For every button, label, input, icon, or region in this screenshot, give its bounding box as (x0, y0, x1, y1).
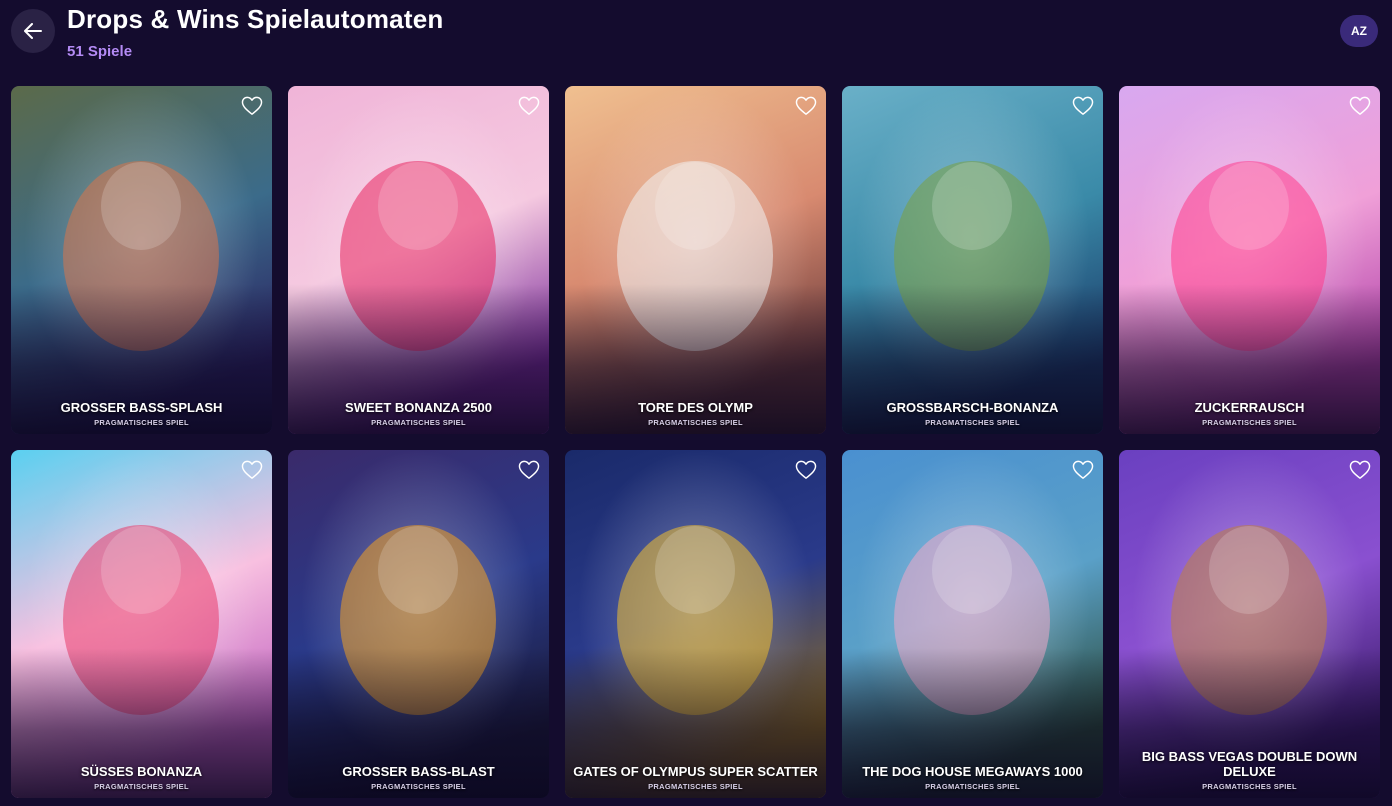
game-title: GROSSER BASS-SPLASH (60, 400, 223, 415)
game-title: TORE DES OLYMP (638, 400, 753, 415)
heart-outline-icon (1072, 460, 1094, 479)
favorite-button[interactable] (794, 458, 818, 482)
game-meta: GATES OF OLYMPUS SUPER SCATTER PRAGMATISC… (571, 764, 820, 791)
favorite-button[interactable] (1071, 458, 1095, 482)
back-button[interactable] (11, 9, 55, 53)
favorite-button[interactable] (1348, 458, 1372, 482)
game-meta: ZUCKERRAUSCH PRAGMATISCHES SPIEL (1125, 400, 1374, 427)
game-card[interactable]: SWEET BONANZA 2500 PRAGMATISCHES SPIEL (288, 86, 549, 434)
game-card[interactable]: GATES OF OLYMPUS SUPER SCATTER PRAGMATISC… (565, 450, 826, 798)
heart-outline-icon (518, 96, 540, 115)
game-meta: TORE DES OLYMP PRAGMATISCHES SPIEL (571, 400, 820, 427)
game-card[interactable]: GROSSER BASS-SPLASH PRAGMATISCHES SPIEL (11, 86, 272, 434)
game-provider: PRAGMATISCHES SPIEL (648, 782, 743, 791)
game-provider: PRAGMATISCHES SPIEL (94, 782, 189, 791)
game-card[interactable]: GROSSER BASS-BLAST PRAGMATISCHES SPIEL (288, 450, 549, 798)
game-title: GATES OF OLYMPUS SUPER SCATTER (573, 764, 818, 779)
game-title: GROSSER BASS-BLAST (342, 764, 495, 779)
heart-outline-icon (518, 460, 540, 479)
game-count: 51 Spiele (67, 43, 133, 60)
favorite-button[interactable] (1348, 94, 1372, 118)
game-title: SWEET BONANZA 2500 (345, 400, 492, 415)
game-card[interactable]: SÜSSES BONANZA PRAGMATISCHES SPIEL (11, 450, 272, 798)
game-grid: GROSSER BASS-SPLASH PRAGMATISCHES SPIEL SW… (11, 86, 1380, 798)
sort-az-button[interactable]: AZ (1340, 15, 1378, 47)
favorite-button[interactable] (240, 458, 264, 482)
game-meta: BIG BASS VEGAS DOUBLE DOWN DELUXE PRAGMAT… (1125, 749, 1374, 791)
favorite-button[interactable] (517, 458, 541, 482)
game-provider: PRAGMATISCHES SPIEL (648, 418, 743, 427)
page-title: Drops & Wins Spielautomaten (67, 4, 444, 34)
game-title: SÜSSES BONANZA (80, 764, 203, 779)
heart-outline-icon (795, 96, 817, 115)
favorite-button[interactable] (517, 94, 541, 118)
arrow-left-icon (24, 23, 42, 39)
game-card[interactable]: GROSSBARSCH-BONANZA PRAGMATISCHES SPIEL (842, 86, 1103, 434)
heart-outline-icon (241, 460, 263, 479)
heart-outline-icon (1349, 96, 1371, 115)
game-card[interactable]: BIG BASS VEGAS DOUBLE DOWN DELUXE PRAGMAT… (1119, 450, 1380, 798)
heart-outline-icon (241, 96, 263, 115)
game-provider: PRAGMATISCHES SPIEL (925, 782, 1020, 791)
game-meta: THE DOG HOUSE MEGAWAYS 1000 PRAGMATISCHES… (848, 764, 1097, 791)
game-provider: PRAGMATISCHES SPIEL (371, 418, 466, 427)
game-meta: SWEET BONANZA 2500 PRAGMATISCHES SPIEL (294, 400, 543, 427)
game-meta: GROSSBARSCH-BONANZA PRAGMATISCHES SPIEL (848, 400, 1097, 427)
game-provider: PRAGMATISCHES SPIEL (1202, 782, 1297, 791)
heart-outline-icon (795, 460, 817, 479)
game-meta: SÜSSES BONANZA PRAGMATISCHES SPIEL (17, 764, 266, 791)
game-card[interactable]: TORE DES OLYMP PRAGMATISCHES SPIEL (565, 86, 826, 434)
favorite-button[interactable] (240, 94, 264, 118)
game-title: ZUCKERRAUSCH (1194, 400, 1305, 415)
game-title: GROSSBARSCH-BONANZA (886, 400, 1059, 415)
favorite-button[interactable] (794, 94, 818, 118)
game-provider: PRAGMATISCHES SPIEL (925, 418, 1020, 427)
game-provider: PRAGMATISCHES SPIEL (94, 418, 189, 427)
game-provider: PRAGMATISCHES SPIEL (371, 782, 466, 791)
game-provider: PRAGMATISCHES SPIEL (1202, 418, 1297, 427)
game-meta: GROSSER BASS-SPLASH PRAGMATISCHES SPIEL (17, 400, 266, 427)
game-title: BIG BASS VEGAS DOUBLE DOWN DELUXE (1141, 749, 1358, 779)
game-meta: GROSSER BASS-BLAST PRAGMATISCHES SPIEL (294, 764, 543, 791)
game-title: THE DOG HOUSE MEGAWAYS 1000 (862, 764, 1083, 779)
heart-outline-icon (1072, 96, 1094, 115)
game-card[interactable]: ZUCKERRAUSCH PRAGMATISCHES SPIEL (1119, 86, 1380, 434)
favorite-button[interactable] (1071, 94, 1095, 118)
heart-outline-icon (1349, 460, 1371, 479)
game-card[interactable]: THE DOG HOUSE MEGAWAYS 1000 PRAGMATISCHES… (842, 450, 1103, 798)
